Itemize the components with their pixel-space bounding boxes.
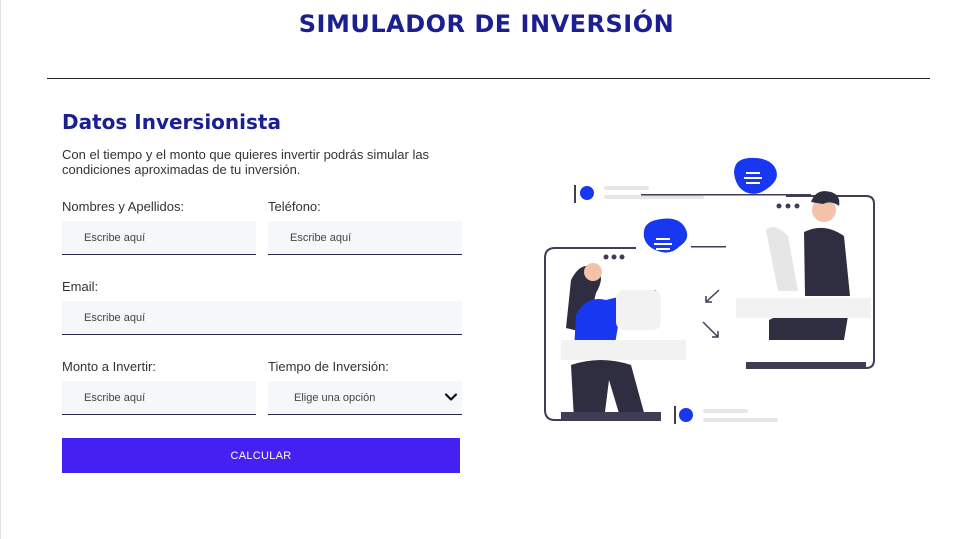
amount-input[interactable] (62, 381, 256, 415)
form-title: Datos Inversionista (62, 110, 281, 134)
header-divider (47, 78, 930, 79)
email-input[interactable] (62, 301, 462, 335)
amount-label: Monto a Invertir: (62, 359, 156, 374)
chevron-down-icon (444, 393, 458, 401)
term-label: Tiempo de Inversión: (268, 359, 389, 374)
name-label: Nombres y Apellidos: (62, 199, 185, 214)
name-input[interactable] (62, 221, 256, 255)
term-select-value: Elige una opción (294, 391, 376, 404)
phone-input[interactable] (268, 221, 462, 255)
people-chat-illustration (544, 157, 875, 424)
term-select[interactable]: Elige una opción (268, 381, 462, 415)
email-label: Email: (62, 279, 99, 294)
phone-label: Teléfono: (268, 199, 321, 214)
page-title: SIMULADOR DE INVERSIÓN (298, 10, 675, 38)
form-description: Con el tiempo y el monto que quieres inv… (62, 147, 430, 177)
calculate-button[interactable]: CALCULAR (62, 438, 460, 473)
